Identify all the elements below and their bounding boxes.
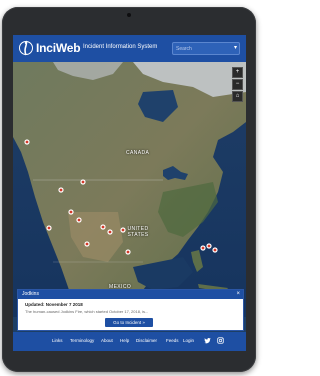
fire-marker[interactable] (107, 229, 113, 235)
footer-link-about[interactable]: About (101, 338, 113, 343)
zoom-in-icon[interactable]: + (232, 67, 243, 78)
fire-marker[interactable] (125, 249, 131, 255)
fire-marker[interactable] (80, 179, 86, 185)
incident-panel: Jodkins × Updated: November 7 2018 The h… (17, 289, 244, 331)
incident-title: Jodkins (22, 291, 39, 297)
fire-marker[interactable] (76, 217, 82, 223)
footer-link-help[interactable]: Help (120, 338, 129, 343)
footer-link-terminology[interactable]: Terminology (70, 338, 94, 343)
tablet-frame: InciWeb Incident Information System ▾ (2, 7, 256, 372)
fire-marker[interactable] (212, 247, 218, 253)
instagram-icon[interactable] (217, 337, 224, 344)
fire-marker[interactable] (206, 243, 212, 249)
incident-map[interactable]: CANADA UNITED STATES MEXICO + − ⌂ (13, 62, 246, 317)
fire-marker[interactable] (100, 224, 106, 230)
camera-dot (127, 13, 131, 17)
fire-marker[interactable] (68, 209, 74, 215)
chevron-down-icon[interactable]: ▾ (234, 45, 237, 52)
incident-summary: The human-caused Jodkins Fire, which sta… (25, 309, 149, 314)
fire-marker[interactable] (24, 139, 30, 145)
zoom-out-icon[interactable]: − (232, 79, 243, 90)
incident-updated: Updated: November 7 2018 (25, 302, 83, 307)
site-subtitle: Incident Information System (83, 44, 158, 50)
close-icon[interactable]: × (236, 290, 240, 299)
map-canvas[interactable] (13, 62, 246, 317)
search-box: ▾ (172, 42, 240, 55)
inciweb-logo-icon (19, 40, 33, 56)
tablet-screen: InciWeb Incident Information System ▾ (13, 35, 246, 351)
brand-name[interactable]: InciWeb (36, 41, 81, 55)
footer-link-links[interactable]: Links (52, 338, 63, 343)
site-header: InciWeb Incident Information System ▾ (13, 35, 246, 62)
incident-panel-header: Jodkins × (18, 290, 243, 299)
map-label-united-states: UNITED STATES (127, 226, 149, 238)
go-to-incident-button[interactable]: Go to Incident » (105, 318, 153, 327)
site-footer: Links Terminology About Help Disclaimer … (13, 332, 246, 351)
fire-marker[interactable] (200, 245, 206, 251)
fire-marker[interactable] (58, 187, 64, 193)
twitter-icon[interactable] (204, 337, 211, 344)
footer-link-disclaimer[interactable]: Disclaimer (136, 338, 157, 343)
search-input[interactable] (176, 44, 228, 53)
map-label-canada: CANADA (126, 150, 150, 156)
fire-marker[interactable] (84, 241, 90, 247)
footer-link-feeds[interactable]: Feeds (166, 338, 179, 343)
fire-marker[interactable] (46, 225, 52, 231)
home-icon[interactable]: ⌂ (232, 91, 243, 102)
footer-link-login[interactable]: Login (183, 338, 194, 343)
